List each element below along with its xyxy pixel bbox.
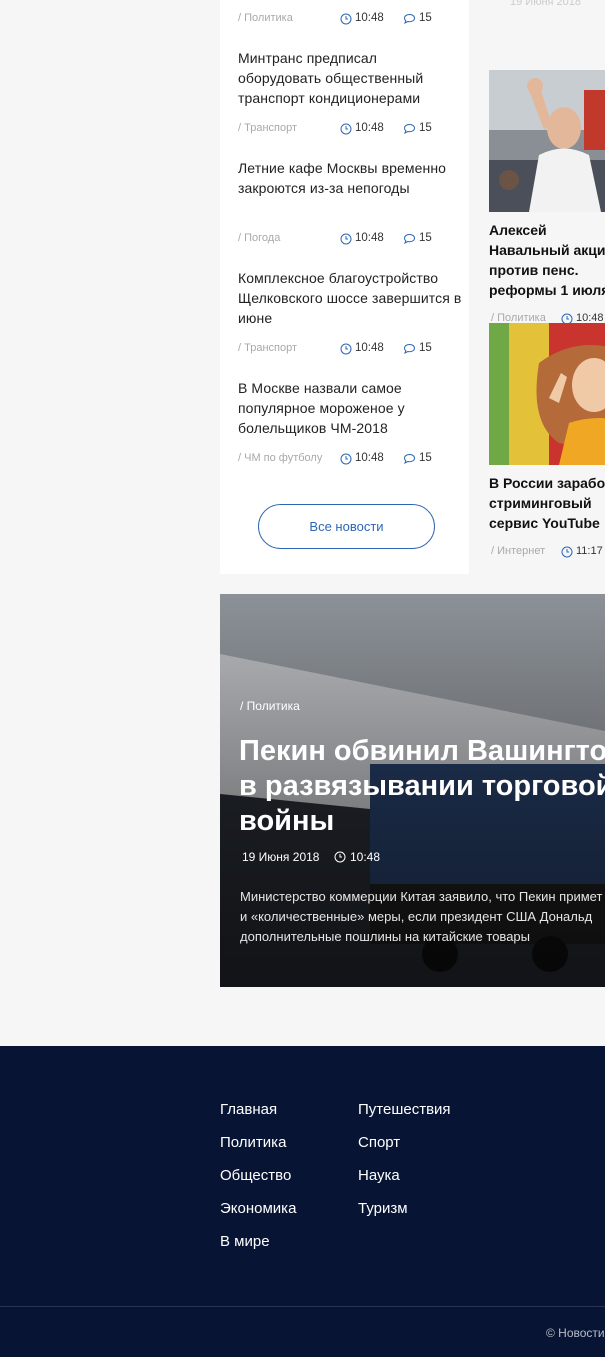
footer-link-economy[interactable]: Экономика — [220, 1200, 296, 1233]
footer-link-science[interactable]: Наука — [358, 1167, 451, 1200]
footer-link-tourism[interactable]: Туризм — [358, 1200, 451, 1233]
news-meta: / Транспорт 10:48 15 — [238, 342, 432, 355]
comment-icon — [403, 13, 416, 25]
feature-lead: Министерство коммерции Китая заявило, чт… — [240, 889, 603, 944]
side-news-card[interactable]: В России заработал стриминговый сервис Y… — [489, 323, 605, 559]
news-title[interactable]: Алексей Навальный акцию против пенс. реф… — [489, 220, 605, 300]
news-title[interactable]: В России заработал стриминговый сервис Y… — [489, 473, 605, 533]
news-meta: / Политика 10:48 15 — [238, 12, 432, 25]
clock-icon — [340, 343, 352, 355]
news-category[interactable]: / Транспорт — [238, 342, 297, 354]
footer-link-travel[interactable]: Путешествия — [358, 1101, 451, 1134]
news-category[interactable]: / Политика — [238, 12, 293, 24]
feature-meta: 19 Июня 2018 10:48 — [242, 850, 381, 864]
news-category[interactable]: / Интернет — [491, 545, 545, 557]
clock-icon — [340, 123, 352, 135]
protest-photo — [489, 70, 605, 212]
clock-icon — [340, 233, 352, 245]
list-item[interactable]: Минтранс предписал оборудовать обществен… — [238, 48, 463, 108]
news-category[interactable]: / Транспорт — [238, 122, 297, 134]
clock-icon — [561, 546, 573, 558]
footer-divider — [0, 1306, 605, 1307]
clock-icon — [340, 453, 352, 465]
footer-link-society[interactable]: Общество — [220, 1167, 296, 1200]
footer-link-politics[interactable]: Политика — [220, 1134, 296, 1167]
news-date: 19 Июня 2018 — [510, 0, 582, 8]
footer-link-main[interactable]: Главная — [220, 1101, 296, 1134]
news-title[interactable]: Минтранс предписал оборудовать обществен… — [238, 48, 463, 108]
news-meta: / Интернет 11:17 — [491, 545, 603, 558]
all-news-button[interactable]: Все новости — [258, 504, 435, 549]
clock-icon — [334, 851, 346, 863]
news-meta: / Транспорт 10:48 15 — [238, 122, 432, 135]
page: / Политика 10:48 15 Минтранс предписал о… — [0, 0, 605, 1357]
feature-headline[interactable]: Пекин обвинил Вашингтон в развязывании т… — [239, 734, 605, 839]
news-list-card: / Политика 10:48 15 Минтранс предписал о… — [220, 0, 469, 574]
news-title[interactable]: Летние кафе Москвы временно закроются из… — [238, 158, 463, 198]
featured-story[interactable]: / Политика Пекин обвинил Вашингтон в раз… — [220, 594, 605, 987]
footer-link-sport[interactable]: Спорт — [358, 1134, 451, 1167]
news-category[interactable]: / Погода — [238, 232, 280, 244]
feature-date: 19 Июня 2018 — [242, 850, 320, 864]
list-item[interactable]: Летние кафе Москвы временно закроются из… — [238, 158, 463, 198]
news-photo[interactable] — [489, 323, 605, 465]
footer: Главная Политика Общество Экономика В ми… — [0, 1046, 605, 1357]
news-meta: / ЧМ по футболу 10:48 15 — [238, 452, 432, 465]
news-title[interactable]: В Москве назвали самое популярное мороже… — [238, 378, 463, 438]
feature-category[interactable]: / Политика — [240, 699, 300, 713]
list-item[interactable]: Комплексное благоустройство Щелковского … — [238, 268, 463, 328]
news-meta: / Погода 10:48 15 — [238, 232, 432, 245]
side-news-card[interactable]: Алексей Навальный акцию против пенс. реф… — [489, 70, 605, 326]
comment-icon — [403, 233, 416, 245]
footer-nav-column: Главная Политика Общество Экономика В ми… — [220, 1101, 296, 1266]
comment-icon — [403, 453, 416, 465]
footer-link-world[interactable]: В мире — [220, 1233, 296, 1266]
news-category[interactable]: / ЧМ по футболу — [238, 452, 322, 464]
comment-icon — [403, 123, 416, 135]
footer-nav-column: Путешествия Спорт Наука Туризм — [358, 1101, 451, 1233]
woman-photo — [489, 323, 605, 465]
clock-icon — [340, 13, 352, 25]
copyright: © Новости — [546, 1326, 605, 1340]
news-title[interactable]: Комплексное благоустройство Щелковского … — [238, 268, 463, 328]
list-item[interactable]: В Москве назвали самое популярное мороже… — [238, 378, 463, 438]
news-photo[interactable] — [489, 70, 605, 212]
comment-icon — [403, 343, 416, 355]
